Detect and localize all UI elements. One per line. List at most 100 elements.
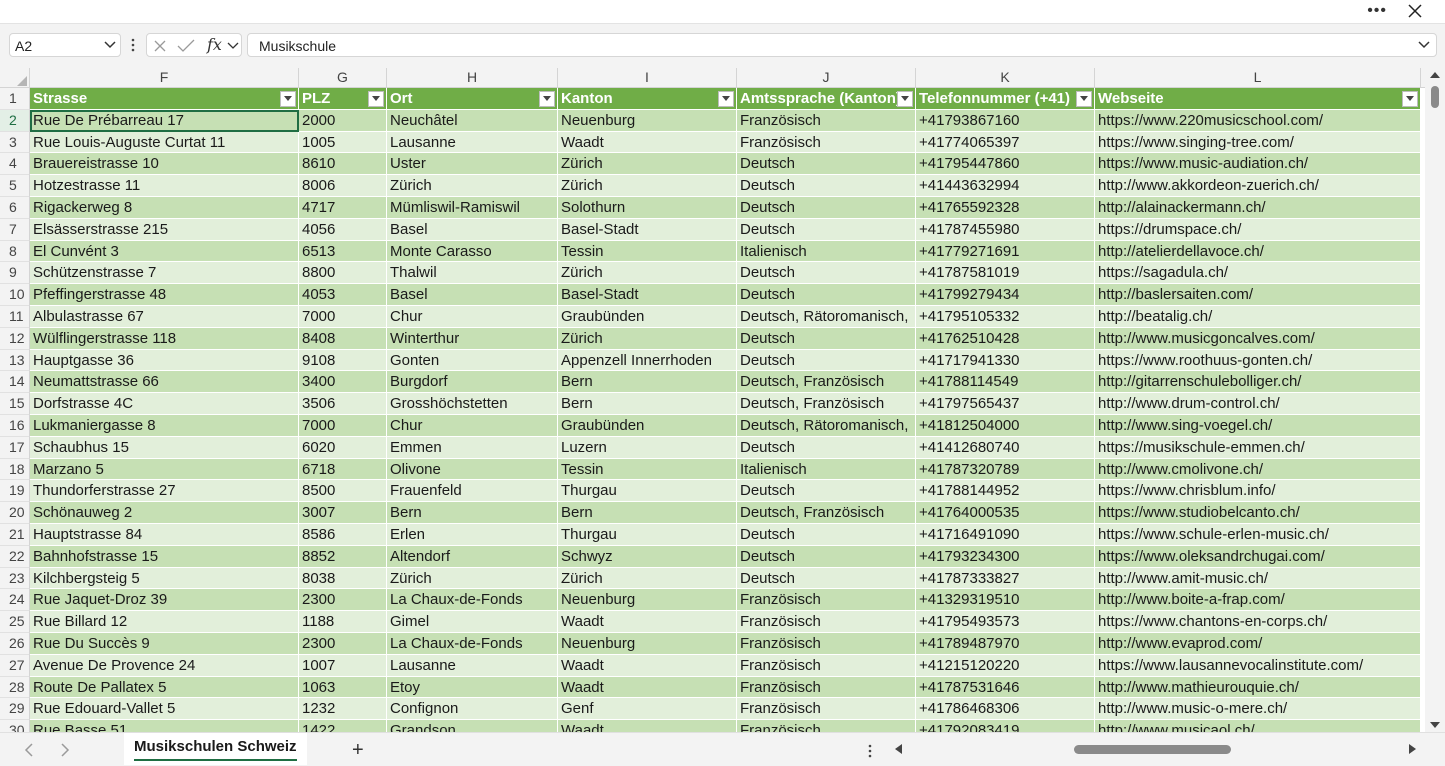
cell-amtssprache[interactable]: Französisch bbox=[737, 633, 916, 655]
expand-formula-chevron-icon[interactable] bbox=[1418, 40, 1430, 50]
more-options-button[interactable]: ••• bbox=[1367, 2, 1387, 20]
cell-telefonnummer[interactable]: +41329319510 bbox=[916, 589, 1095, 612]
formula-input[interactable]: Musikschule bbox=[247, 33, 1437, 57]
row-number[interactable]: 2 bbox=[0, 109, 30, 132]
cell-amtssprache[interactable]: Deutsch, Rätoromanisch, bbox=[737, 306, 916, 328]
cell-webseite[interactable]: https://sagadula.ch/ bbox=[1095, 262, 1421, 285]
filter-dropdown-button[interactable] bbox=[368, 91, 384, 107]
cell-amtssprache[interactable]: Deutsch bbox=[737, 545, 916, 568]
cell-plz[interactable]: 8006 bbox=[299, 175, 387, 197]
cell-amtssprache[interactable]: Deutsch bbox=[737, 197, 916, 219]
cell-plz[interactable]: 7000 bbox=[299, 306, 387, 328]
cell-strasse[interactable]: Schönauweg 2 bbox=[30, 502, 299, 524]
cell-telefonnummer[interactable]: +41789487970 bbox=[916, 633, 1095, 655]
cell-webseite[interactable]: http://www.musicaol.ch/ bbox=[1095, 720, 1421, 732]
cell-webseite[interactable]: https://www.lausannevocalinstitute.com/ bbox=[1095, 654, 1421, 677]
cell-plz[interactable]: 1007 bbox=[299, 654, 387, 677]
select-all-corner[interactable] bbox=[0, 68, 30, 88]
cell-strasse[interactable]: Route De Pallatex 5 bbox=[30, 676, 299, 699]
header-cell-plz[interactable]: PLZ bbox=[299, 88, 387, 110]
cell-strasse[interactable]: Rue Louis-Auguste Curtat 11 bbox=[30, 131, 299, 154]
header-cell-strasse[interactable]: Strasse bbox=[30, 88, 299, 110]
cell-strasse[interactable]: Rue De Prébarreau 17 bbox=[30, 109, 299, 132]
cell-ort[interactable]: La Chaux-de-Fonds bbox=[387, 589, 558, 612]
cell-kanton[interactable]: Tessin bbox=[558, 458, 737, 481]
cell-plz[interactable]: 4053 bbox=[299, 284, 387, 306]
filter-dropdown-button[interactable] bbox=[897, 91, 913, 107]
vertical-scrollbar[interactable] bbox=[1425, 68, 1445, 732]
cell-strasse[interactable]: Brauereistrasse 10 bbox=[30, 153, 299, 176]
row-number[interactable]: 20 bbox=[0, 502, 30, 524]
cell-amtssprache[interactable]: Französisch bbox=[737, 109, 916, 132]
column-header-j[interactable]: J bbox=[737, 68, 916, 87]
row-number[interactable]: 18 bbox=[0, 458, 30, 481]
cell-webseite[interactable]: https://www.singing-tree.com/ bbox=[1095, 131, 1421, 154]
cell-ort[interactable]: Monte Carasso bbox=[387, 240, 558, 263]
cell-webseite[interactable]: http://www.mathieurouquie.ch/ bbox=[1095, 676, 1421, 699]
cell-webseite[interactable]: http://www.boite-a-frap.com/ bbox=[1095, 589, 1421, 612]
row-number[interactable]: 4 bbox=[0, 153, 30, 176]
cell-kanton[interactable]: Bern bbox=[558, 393, 737, 415]
cell-telefonnummer[interactable]: +41443632994 bbox=[916, 175, 1095, 197]
cell-strasse[interactable]: Hauptstrasse 84 bbox=[30, 524, 299, 546]
scroll-right-icon[interactable] bbox=[1408, 743, 1418, 755]
scroll-down-icon[interactable] bbox=[1430, 721, 1440, 729]
cell-ort[interactable]: Altendorf bbox=[387, 545, 558, 568]
chevron-down-icon[interactable] bbox=[227, 41, 239, 51]
cell-plz[interactable]: 6513 bbox=[299, 240, 387, 263]
cell-amtssprache[interactable]: Deutsch bbox=[737, 480, 916, 503]
cell-kanton[interactable]: Basel-Stadt bbox=[558, 284, 737, 306]
cell-webseite[interactable]: https://www.music-audiation.ch/ bbox=[1095, 153, 1421, 176]
cell-ort[interactable]: Zürich bbox=[387, 175, 558, 197]
row-number[interactable]: 1 bbox=[0, 88, 30, 110]
cell-webseite[interactable]: http://www.cmolivone.ch/ bbox=[1095, 458, 1421, 481]
row-number[interactable]: 29 bbox=[0, 698, 30, 721]
cell-strasse[interactable]: Rigackerweg 8 bbox=[30, 197, 299, 219]
row-number[interactable]: 27 bbox=[0, 654, 30, 677]
cell-strasse[interactable]: Kilchbergsteig 5 bbox=[30, 567, 299, 590]
cell-plz[interactable]: 8408 bbox=[299, 327, 387, 350]
cell-telefonnummer[interactable]: +41412680740 bbox=[916, 436, 1095, 459]
cell-kanton[interactable]: Zürich bbox=[558, 327, 737, 350]
horizontal-scroll-thumb[interactable] bbox=[1074, 745, 1231, 754]
row-number[interactable]: 7 bbox=[0, 218, 30, 241]
cell-plz[interactable]: 3506 bbox=[299, 393, 387, 415]
cell-kanton[interactable]: Appenzell Innerrhoden bbox=[558, 349, 737, 372]
cell-telefonnummer[interactable]: +41717941330 bbox=[916, 349, 1095, 372]
cell-webseite[interactable]: https://drumspace.ch/ bbox=[1095, 218, 1421, 241]
cell-plz[interactable]: 2300 bbox=[299, 589, 387, 612]
row-number[interactable]: 22 bbox=[0, 545, 30, 568]
cell-webseite[interactable]: http://baslersaiten.com/ bbox=[1095, 284, 1421, 306]
cell-strasse[interactable]: Pfeffingerstrasse 48 bbox=[30, 284, 299, 306]
cell-amtssprache[interactable]: Italienisch bbox=[737, 240, 916, 263]
cell-webseite[interactable]: http://www.sing-voegel.ch/ bbox=[1095, 415, 1421, 437]
row-number[interactable]: 26 bbox=[0, 633, 30, 655]
cell-webseite[interactable]: http://www.musicgoncalves.com/ bbox=[1095, 327, 1421, 350]
row-number[interactable]: 13 bbox=[0, 349, 30, 372]
cell-amtssprache[interactable]: Französisch bbox=[737, 654, 916, 677]
cell-amtssprache[interactable]: Deutsch bbox=[737, 262, 916, 285]
cell-ort[interactable]: Frauenfeld bbox=[387, 480, 558, 503]
cell-plz[interactable]: 7000 bbox=[299, 415, 387, 437]
row-number[interactable]: 21 bbox=[0, 524, 30, 546]
cell-ort[interactable]: Erlen bbox=[387, 524, 558, 546]
cell-ort[interactable]: Basel bbox=[387, 284, 558, 306]
sheet-tab-musikschulen-schweiz[interactable]: Musikschulen Schweiz bbox=[124, 733, 307, 765]
cell-strasse[interactable]: Lukmaniergasse 8 bbox=[30, 415, 299, 437]
row-number[interactable]: 3 bbox=[0, 131, 30, 154]
cell-plz[interactable]: 4056 bbox=[299, 218, 387, 241]
cell-ort[interactable]: Grosshöchstetten bbox=[387, 393, 558, 415]
cell-amtssprache[interactable]: Deutsch bbox=[737, 524, 916, 546]
cell-strasse[interactable]: Dorfstrasse 4C bbox=[30, 393, 299, 415]
cell-ort[interactable]: Lausanne bbox=[387, 131, 558, 154]
vertical-dots-icon[interactable] bbox=[129, 33, 137, 57]
cell-plz[interactable]: 8038 bbox=[299, 567, 387, 590]
cell-webseite[interactable]: https://www.schule-erlen-music.ch/ bbox=[1095, 524, 1421, 546]
cell-kanton[interactable]: Zürich bbox=[558, 153, 737, 176]
cell-plz[interactable]: 8500 bbox=[299, 480, 387, 503]
row-number[interactable]: 19 bbox=[0, 480, 30, 503]
cell-kanton[interactable]: Thurgau bbox=[558, 480, 737, 503]
row-number[interactable]: 24 bbox=[0, 589, 30, 612]
cell-strasse[interactable]: Hotzestrasse 11 bbox=[30, 175, 299, 197]
header-cell-ort[interactable]: Ort bbox=[387, 88, 558, 110]
